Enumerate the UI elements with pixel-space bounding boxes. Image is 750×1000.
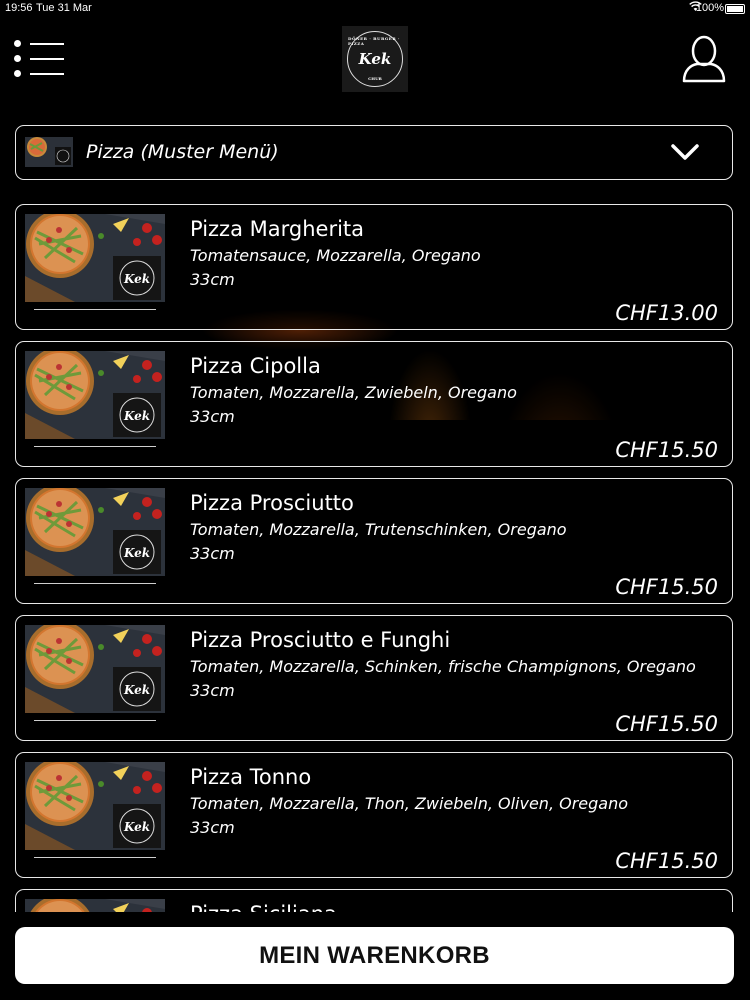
battery-percentage: 100% xyxy=(695,2,724,14)
pizza-thumbnail: Kek xyxy=(25,214,165,302)
item-name: Pizza Margherita xyxy=(190,217,365,241)
logo-bottom-text: CHUR xyxy=(368,76,382,81)
menu-dot xyxy=(14,40,21,47)
menu-item-card[interactable]: Kek Pizza Prosciutto e Funghi Tomaten, Mo… xyxy=(15,615,733,741)
chevron-down-icon xyxy=(671,144,699,160)
pizza-thumbnail: Kek xyxy=(25,899,165,912)
thumbnail-underline xyxy=(34,446,156,447)
item-price: CHF15.50 xyxy=(615,575,718,599)
logo-top-text: DÖNER · BURGER · PIZZA xyxy=(348,36,400,46)
item-price: CHF13.00 xyxy=(615,301,718,325)
item-size: 33cm xyxy=(190,681,235,700)
status-date: Tue 31 Mar xyxy=(36,2,92,14)
menu-line xyxy=(30,58,64,60)
svg-text:Kek: Kek xyxy=(123,409,150,423)
item-description: Tomaten, Mozzarella, Trutenschinken, Ore… xyxy=(190,520,567,539)
item-description: Tomaten, Mozzarella, Thon, Zwiebeln, Oli… xyxy=(190,794,629,813)
item-name: Pizza Prosciutto xyxy=(190,491,354,515)
item-price: CHF15.50 xyxy=(615,438,718,462)
hamburger-menu-button[interactable] xyxy=(14,40,66,78)
menu-item-card[interactable]: Kek Pizza Margherita Tomatensauce, Mozzar… xyxy=(15,204,733,330)
pizza-thumbnail: Kek xyxy=(25,625,165,713)
menu-item-card[interactable]: Kek Pizza Siciliana xyxy=(15,889,733,912)
thumbnail-underline xyxy=(34,857,156,858)
item-description: Tomaten, Mozzarella, Schinken, frische C… xyxy=(190,657,696,676)
item-price: CHF15.50 xyxy=(615,849,718,873)
menu-line xyxy=(30,73,64,75)
item-price: CHF15.50 xyxy=(615,712,718,736)
menu-item-list[interactable]: Kek Pizza Margherita Tomatensauce, Mozzar… xyxy=(15,204,735,912)
item-size: 33cm xyxy=(190,270,235,289)
status-time: 19:56 xyxy=(5,2,33,14)
item-name: Pizza Prosciutto e Funghi xyxy=(190,628,451,652)
thumbnail-underline xyxy=(34,309,156,310)
item-name: Pizza Siciliana xyxy=(190,902,337,912)
thumbnail-underline xyxy=(34,720,156,721)
item-size: 33cm xyxy=(190,818,235,837)
restaurant-logo[interactable]: DÖNER · BURGER · PIZZA Kek CHUR xyxy=(342,26,408,92)
menu-dot xyxy=(14,55,21,62)
user-icon xyxy=(682,35,726,83)
svg-text:Kek: Kek xyxy=(123,820,150,834)
item-name: Pizza Cipolla xyxy=(190,354,321,378)
svg-text:Kek: Kek xyxy=(123,272,150,286)
item-description: Tomatensauce, Mozzarella, Oregano xyxy=(190,246,481,265)
menu-item-card[interactable]: Kek Pizza Tonno Tomaten, Mozzarella, Thon… xyxy=(15,752,733,878)
category-label: Pizza (Muster Menü) xyxy=(86,141,279,163)
thumbnail-underline xyxy=(34,583,156,584)
pizza-thumbnail: Kek xyxy=(25,762,165,850)
logo-script: Kek xyxy=(358,50,392,68)
svg-text:Kek: Kek xyxy=(123,546,150,560)
pizza-thumbnail: Kek xyxy=(25,488,165,576)
category-thumbnail xyxy=(25,137,73,167)
item-size: 33cm xyxy=(190,407,235,426)
menu-dot xyxy=(14,70,21,77)
menu-item-card[interactable]: Kek Pizza Prosciutto Tomaten, Mozzarella,… xyxy=(15,478,733,604)
category-dropdown[interactable]: Pizza (Muster Menü) xyxy=(15,125,733,180)
pizza-thumbnail: Kek xyxy=(25,351,165,439)
battery-icon xyxy=(725,4,745,14)
menu-line xyxy=(30,43,64,45)
shopping-cart-button[interactable]: MEIN WARENKORB xyxy=(15,927,734,984)
menu-item-card[interactable]: Kek Pizza Cipolla Tomaten, Mozzarella, Zw… xyxy=(15,341,733,467)
svg-text:Kek: Kek xyxy=(123,683,150,697)
logo-emblem: DÖNER · BURGER · PIZZA Kek CHUR xyxy=(347,31,403,87)
status-bar: 19:56 Tue 31 Mar 100% xyxy=(0,0,750,18)
item-name: Pizza Tonno xyxy=(190,765,312,789)
user-account-button[interactable] xyxy=(680,34,728,84)
item-description: Tomaten, Mozzarella, Zwiebeln, Oregano xyxy=(190,383,517,402)
item-size: 33cm xyxy=(190,544,235,563)
